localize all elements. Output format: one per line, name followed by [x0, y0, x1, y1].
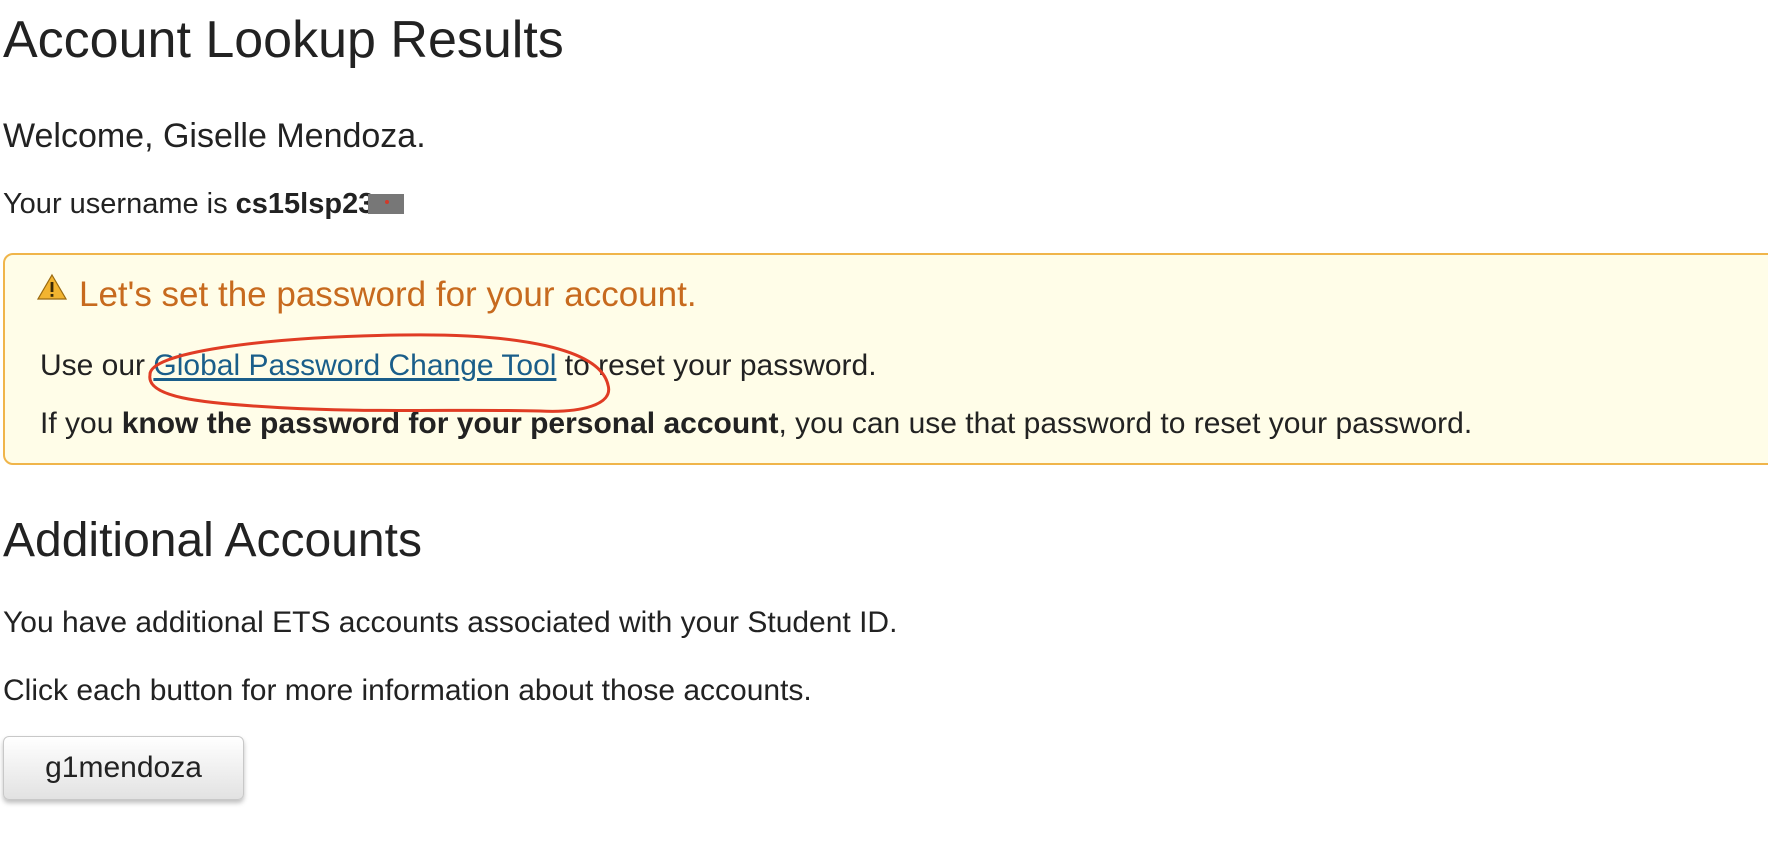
- alert-line2-suffix: , you can use that password to reset you…: [778, 407, 1473, 440]
- redaction-mark: [385, 200, 390, 204]
- global-password-change-tool-link[interactable]: Global Password Change Tool: [153, 349, 556, 382]
- warning-icon: [37, 273, 67, 300]
- alert-line1-prefix: Use our: [40, 349, 154, 382]
- username-value: cs15lsp23: [235, 188, 375, 220]
- account-button-g1mendoza[interactable]: g1mendoza: [3, 736, 244, 800]
- username-label: Your username is: [3, 188, 236, 220]
- additional-accounts-title: Additional Accounts: [3, 514, 422, 567]
- alert-line2-bold: know the password for your personal acco…: [121, 407, 779, 440]
- username-line: Your username is cs15lsp23: [3, 186, 405, 222]
- alert-personal-account-line: If you know the password for your person…: [40, 405, 1472, 443]
- additional-accounts-instructions: Click each button for more information a…: [3, 674, 812, 707]
- password-alert: Let's set the password for your account.…: [3, 253, 1768, 465]
- alert-line2-prefix: If you: [40, 407, 122, 440]
- alert-instruction-line: Use our Global Password Change Tool to r…: [40, 347, 877, 385]
- additional-accounts-description: You have additional ETS accounts associa…: [3, 606, 898, 639]
- page-title: Account Lookup Results: [3, 11, 564, 69]
- account-lookup-page: Account Lookup Results Welcome, Giselle …: [0, 0, 1768, 846]
- alert-heading: Let's set the password for your account.: [79, 275, 697, 314]
- alert-line1-suffix: to reset your password.: [556, 349, 877, 382]
- welcome-message: Welcome, Giselle Mendoza.: [3, 117, 426, 155]
- redaction-block: [368, 194, 405, 214]
